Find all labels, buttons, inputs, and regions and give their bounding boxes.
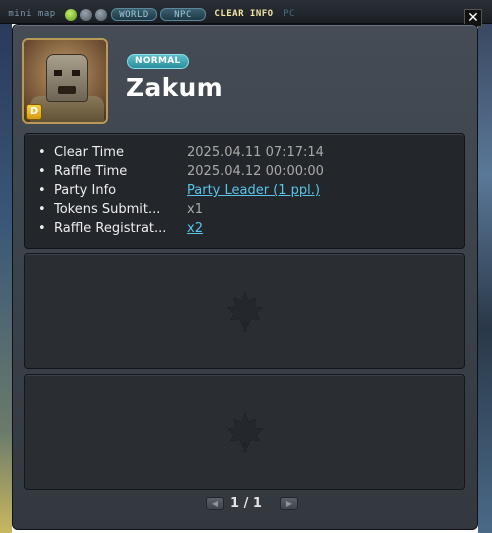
party-info-link[interactable]: Party Leader (1 ppl.): [187, 182, 320, 200]
boss-grade-badge: D: [26, 104, 42, 120]
info-label: Party Info: [54, 183, 117, 198]
info-label: Raffle Time: [54, 164, 128, 179]
minimap-tab-bar: mini map WORLD NPC CLEAR INFO PC ✕: [0, 0, 492, 27]
minimap-shrink-icon[interactable]: [80, 9, 92, 21]
info-label: Tokens Submit...: [54, 202, 161, 217]
info-row-raffle-registration: • Raffle Registrat... x2: [38, 221, 203, 236]
info-value: 2025.04.12 00:00:00: [187, 164, 324, 179]
boss-name: Zakum: [126, 73, 223, 102]
difficulty-badge: NORMAL: [127, 54, 189, 69]
info-label: Clear Time: [54, 145, 124, 160]
background-game-left: [0, 22, 12, 533]
minimap-toggle-icon[interactable]: [95, 9, 107, 21]
raffle-registration-link[interactable]: x2: [187, 220, 203, 238]
next-page-button[interactable]: ▶: [280, 497, 298, 510]
page-indicator: 1 / 1: [230, 496, 262, 511]
info-row-raffle-time: • Raffle Time 2025.04.12 00:00:00: [38, 164, 324, 179]
tab-pc[interactable]: PC: [278, 8, 300, 21]
clear-info-panel: D NORMAL Zakum • Clear Time 2025.04.11 07…: [12, 24, 478, 530]
pagination: ◀ 1 / 1 ▶: [13, 495, 479, 515]
maple-leaf-icon: [226, 291, 263, 332]
tab-clear-info[interactable]: CLEAR INFO: [210, 8, 278, 21]
clear-info-box: • Clear Time 2025.04.11 07:17:14 • Raffle …: [24, 133, 465, 249]
minimap-expand-icon[interactable]: [65, 9, 77, 21]
info-label: Raffle Registrat...: [54, 221, 167, 236]
info-value: x1: [187, 202, 203, 217]
info-row-clear-time: • Clear Time 2025.04.11 07:17:14: [38, 145, 324, 160]
chevron-right-icon: ▶: [285, 499, 293, 508]
info-row-party-info: • Party Info Party Leader (1 ppl.): [38, 183, 320, 198]
info-value: 2025.04.11 07:17:14: [187, 145, 324, 160]
reward-slot-empty: [24, 253, 465, 369]
info-row-tokens-submitted: • Tokens Submit... x1: [38, 202, 203, 217]
boss-portrait: D: [22, 38, 108, 124]
background-game-right: [478, 22, 492, 533]
minimap-title[interactable]: mini map: [3, 8, 61, 21]
reward-slot-empty: [24, 374, 465, 490]
tab-world[interactable]: WORLD: [111, 8, 157, 21]
maple-leaf-icon: [226, 412, 263, 453]
tab-npc[interactable]: NPC: [160, 8, 206, 21]
